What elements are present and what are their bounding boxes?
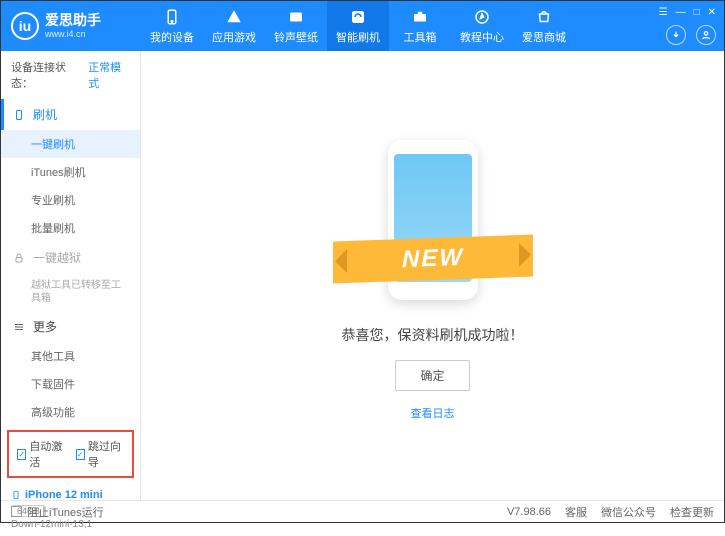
app-name: 爱思助手 — [45, 13, 101, 28]
maximize-icon[interactable]: □ — [694, 7, 700, 18]
connection-status: 设备连接状态： 正常模式 — [1, 51, 140, 99]
nav-store[interactable]: 爱思商城 — [513, 1, 575, 51]
section-jailbreak[interactable]: 一键越狱 — [1, 242, 140, 273]
footer-wechat[interactable]: 微信公众号 — [601, 504, 656, 520]
section-flash[interactable]: 刷机 — [1, 99, 140, 130]
download-icon — [671, 30, 681, 40]
logo-icon: iu — [11, 12, 39, 40]
user-icon — [701, 30, 711, 40]
sidebar-item-advanced[interactable]: 高级功能 — [1, 398, 140, 426]
nav-my-device[interactable]: 我的设备 — [141, 1, 203, 51]
phone-icon — [11, 488, 21, 502]
section-more[interactable]: 更多 — [1, 311, 140, 342]
app-header: iu 爱思助手 www.i4.cn 我的设备 应用游戏 铃声壁纸 智能刷机 工具… — [1, 1, 724, 51]
menu-icon — [13, 321, 25, 333]
refresh-icon — [349, 8, 367, 26]
nav-apps[interactable]: 应用游戏 — [203, 1, 265, 51]
checkbox-block-itunes[interactable] — [11, 506, 22, 517]
check-icon: ✓ — [76, 449, 85, 460]
top-nav: 我的设备 应用游戏 铃声壁纸 智能刷机 工具箱 教程中心 爱思商城 — [141, 1, 575, 51]
window-controls: ☰ — □ ✕ — [659, 7, 716, 18]
menu-icon[interactable]: ☰ — [659, 7, 668, 18]
sidebar-item-download-fw[interactable]: 下载固件 — [1, 370, 140, 398]
toolbox-icon — [411, 8, 429, 26]
app-url: www.i4.cn — [45, 29, 101, 39]
version-label: V7.98.66 — [507, 506, 551, 518]
sidebar-item-itunes-flash[interactable]: iTunes刷机 — [1, 158, 140, 186]
store-icon — [535, 8, 553, 26]
logo-area: iu 爱思助手 www.i4.cn — [1, 12, 141, 40]
main-content: NEW 恭喜您，保资料刷机成功啦！ 确定 查看日志 — [141, 51, 724, 500]
footer-update[interactable]: 检查更新 — [670, 504, 714, 520]
sidebar-item-other-tools[interactable]: 其他工具 — [1, 342, 140, 370]
sidebar-item-oneclick-flash[interactable]: 一键刷机 — [1, 130, 140, 158]
sidebar-item-batch-flash[interactable]: 批量刷机 — [1, 214, 140, 242]
compass-icon — [473, 8, 491, 26]
apps-icon — [225, 8, 243, 26]
checkbox-auto-activate[interactable]: ✓ 自动激活 — [17, 438, 66, 470]
sidebar: 设备连接状态： 正常模式 刷机 一键刷机 iTunes刷机 专业刷机 批量刷机 … — [1, 51, 141, 500]
phone-icon — [13, 109, 25, 121]
new-ribbon: NEW — [333, 235, 533, 284]
checkbox-skip-guide[interactable]: ✓ 跳过向导 — [76, 438, 125, 470]
sidebar-item-pro-flash[interactable]: 专业刷机 — [1, 186, 140, 214]
success-message: 恭喜您，保资料刷机成功啦！ — [342, 325, 524, 345]
nav-flash[interactable]: 智能刷机 — [327, 1, 389, 51]
options-row: ✓ 自动激活 ✓ 跳过向导 — [7, 430, 134, 478]
nav-ringtones[interactable]: 铃声壁纸 — [265, 1, 327, 51]
check-icon: ✓ — [17, 449, 26, 460]
phone-icon — [163, 8, 181, 26]
success-illustration: NEW — [333, 130, 533, 310]
nav-tutorials[interactable]: 教程中心 — [451, 1, 513, 51]
sidebar-item-jb-note: 越狱工具已转移至工具箱 — [1, 273, 140, 311]
device-model: Down-12mini-13,1 — [11, 519, 130, 530]
folder-icon — [287, 8, 305, 26]
lock-icon — [13, 252, 25, 264]
view-log-link[interactable]: 查看日志 — [411, 405, 455, 421]
close-icon[interactable]: ✕ — [708, 7, 716, 18]
block-itunes-label: 阻止iTunes运行 — [27, 504, 104, 520]
download-button[interactable] — [666, 25, 686, 45]
nav-toolbox[interactable]: 工具箱 — [389, 1, 451, 51]
user-button[interactable] — [696, 25, 716, 45]
minimize-icon[interactable]: — — [676, 7, 686, 18]
device-name: iPhone 12 mini — [25, 489, 103, 501]
footer-service[interactable]: 客服 — [565, 504, 587, 520]
confirm-button[interactable]: 确定 — [395, 360, 469, 391]
